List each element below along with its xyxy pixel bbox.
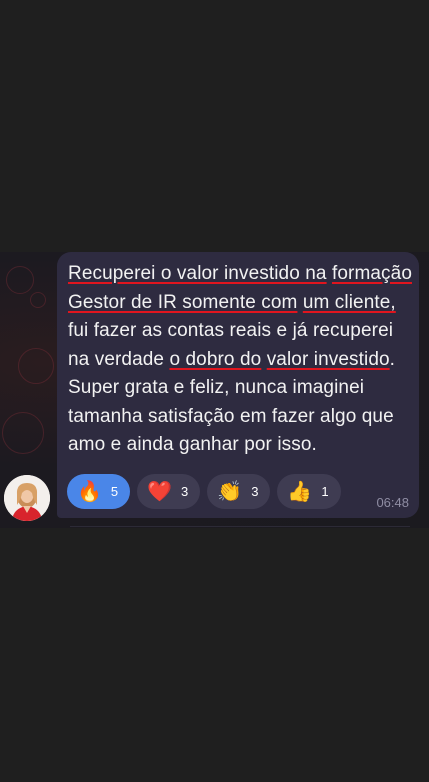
underlined-text: valor investido <box>266 348 390 370</box>
wallpaper-doodle <box>2 412 44 454</box>
underlined-text: um cliente, <box>302 291 396 313</box>
thumbs-up-icon: 👍 <box>287 480 313 503</box>
underlined-text: o dobro do <box>169 348 262 370</box>
reaction-thumbs-up-button[interactable]: 👍 1 <box>277 474 341 509</box>
reaction-heart-button[interactable]: ❤️ 3 <box>137 474 201 509</box>
wallpaper-doodle <box>30 292 46 308</box>
reaction-count: 5 <box>110 484 119 499</box>
wallpaper-doodle <box>6 266 34 294</box>
reactions-bar: 🔥 5 ❤️ 3 👏 3 👍 1 <box>67 474 341 509</box>
reaction-clapping-hands-button[interactable]: 👏 3 <box>207 474 271 509</box>
avatar[interactable] <box>4 475 50 521</box>
message-text: Recuperei o valor investido na formação … <box>68 260 413 460</box>
message-time: 06:48 <box>376 495 409 510</box>
wallpaper-doodle <box>18 348 54 384</box>
chat-screen: Recuperei o valor investido na formação … <box>0 0 429 782</box>
avatar-photo <box>4 475 50 521</box>
clapping-hands-icon: 👏 <box>217 480 243 503</box>
fire-icon: 🔥 <box>77 480 102 503</box>
reaction-fire-button[interactable]: 🔥 5 <box>67 474 131 509</box>
reaction-count: 3 <box>251 484 259 499</box>
divider <box>70 526 410 527</box>
underlined-text: Recuperei o valor investido na <box>68 263 327 284</box>
reaction-count: 1 <box>321 484 329 499</box>
message-bubble[interactable]: Recuperei o valor investido na formação … <box>57 252 419 518</box>
reaction-count: 3 <box>181 484 189 499</box>
heart-icon: ❤️ <box>147 480 173 503</box>
